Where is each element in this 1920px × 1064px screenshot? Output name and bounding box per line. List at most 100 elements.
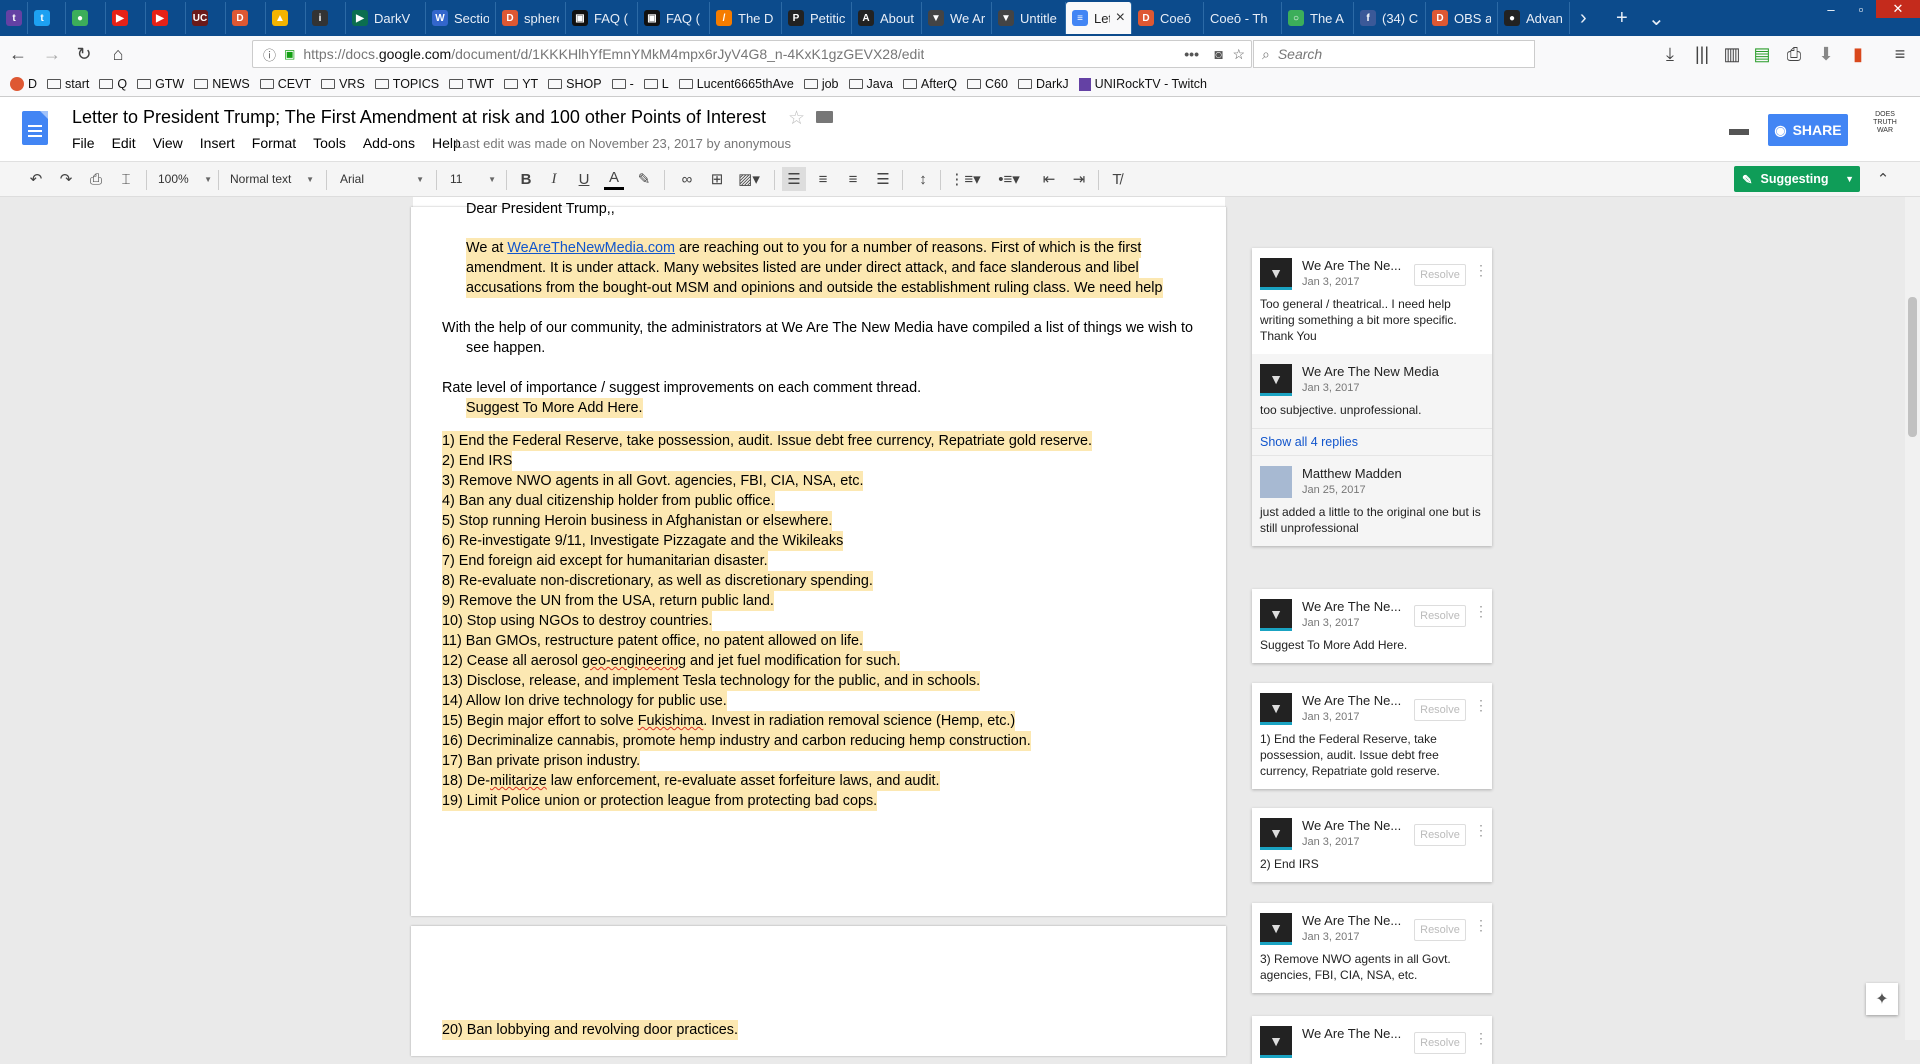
reload-icon[interactable]: ↻ — [72, 42, 96, 66]
editing-mode-button[interactable]: ✎ Suggesting ▼ — [1734, 166, 1860, 192]
comment-thread[interactable]: ▼ We Are The Ne... Jan 3, 2017 Resolve ⋮ Sugg… — [1252, 589, 1492, 663]
decrease-indent-icon[interactable]: ⇤ — [1038, 167, 1060, 191]
more-options-icon[interactable]: ⋮ — [1474, 917, 1488, 934]
browser-tab[interactable]: i — [306, 2, 346, 34]
align-center-icon[interactable]: ≡ — [812, 167, 834, 191]
browser-tab[interactable]: ▼ Untitle — [992, 2, 1066, 34]
menu-edit[interactable]: Edit — [112, 135, 136, 151]
addon-icon[interactable]: ▮ — [1846, 42, 1870, 66]
bookmark-item[interactable]: - — [611, 77, 634, 91]
comment-thread[interactable]: ▼ We Are The Ne... Jan 3, 2017 Resolve ⋮ Too … — [1252, 248, 1492, 546]
increase-indent-icon[interactable]: ⇥ — [1068, 167, 1090, 191]
bookmark-item[interactable]: TWT — [449, 77, 494, 91]
browser-tab[interactable]: W Sectio — [426, 2, 496, 34]
menu-tools[interactable]: Tools — [313, 135, 346, 151]
collapse-menus-icon[interactable]: ⌃ — [1872, 167, 1894, 191]
more-options-icon[interactable]: ⋮ — [1474, 1030, 1488, 1047]
link-icon[interactable]: ∞ — [676, 167, 698, 191]
bookmark-item[interactable]: job — [803, 77, 839, 91]
new-tab-icon[interactable]: + — [1610, 2, 1638, 34]
explore-icon[interactable]: ✦ — [1866, 983, 1898, 1015]
download-helper-icon[interactable]: ⬇ — [1814, 42, 1838, 66]
move-folder-icon[interactable] — [816, 111, 833, 123]
print-doc-icon[interactable]: ⎙ — [86, 167, 106, 191]
insert-comment-icon[interactable]: ⊞ — [706, 167, 728, 191]
star-icon[interactable]: ☆ — [788, 107, 805, 130]
sidebar-icon[interactable]: ▥ — [1720, 42, 1744, 66]
account-logo[interactable]: DOES TRUTH WAR — [1868, 111, 1902, 145]
text-color-icon[interactable]: A — [604, 167, 624, 190]
close-window-icon[interactable]: ✕ — [1876, 0, 1920, 18]
font-size-select[interactable]: 11 ▼ — [450, 168, 496, 190]
paint-format-icon[interactable]: ⌶ — [116, 167, 136, 191]
browser-tab[interactable]: D — [226, 2, 266, 34]
browser-tab[interactable]: ○ The A — [1282, 2, 1354, 34]
browser-tab[interactable]: UC — [186, 2, 226, 34]
bold-icon[interactable]: B — [516, 167, 536, 191]
font-select[interactable]: Arial ▼ — [340, 168, 424, 190]
more-options-icon[interactable]: ⋮ — [1474, 822, 1488, 839]
browser-tab[interactable]: ▲ — [266, 2, 306, 34]
browser-tab[interactable]: ● Advan — [1498, 2, 1570, 34]
undo-icon[interactable]: ↶ — [26, 167, 46, 191]
browser-tab[interactable]: ● — [66, 2, 106, 34]
browser-tab[interactable]: ▼ We Ar — [922, 2, 992, 34]
tab-list-icon[interactable]: ⌄ — [1642, 2, 1670, 34]
bookmark-item[interactable]: Lucent6665thAve — [678, 77, 794, 91]
browser-tab[interactable]: Dsphere — [496, 2, 566, 34]
italic-icon[interactable]: I — [544, 167, 564, 191]
comment-thread[interactable]: ▼ We Are The Ne... Jan 3, 2017 Resolve ⋮ 1) E… — [1252, 683, 1492, 789]
downloads-icon[interactable]: ⤓ — [1658, 42, 1682, 66]
browser-tab[interactable]: f (34) C — [1354, 2, 1426, 34]
browser-tab[interactable]: ▶ — [106, 2, 146, 34]
line-spacing-icon[interactable]: ↕ — [912, 167, 934, 191]
comment-thread[interactable]: ▼ We Are The Ne... Jan 3, 2017 Resolve ⋮ 2) E… — [1252, 808, 1492, 882]
bookmark-item[interactable]: C60 — [967, 77, 1008, 91]
bookmark-item[interactable]: YT — [504, 77, 538, 91]
minimize-icon[interactable]: – — [1816, 0, 1846, 18]
comment-thread[interactable]: ▼ We Are The Ne... Jan 3, 2017 Resolve ⋮ 3) R… — [1252, 903, 1492, 993]
menu-icon[interactable]: ≡ — [1888, 42, 1912, 66]
scrollbar-thumb[interactable] — [1908, 297, 1917, 437]
docs-logo-icon[interactable] — [22, 111, 48, 145]
align-right-icon[interactable]: ≡ — [842, 167, 864, 191]
last-edit-link[interactable]: Last edit was made on November 23, 2017 … — [455, 136, 791, 151]
back-icon[interactable]: ← — [6, 42, 30, 66]
browser-tab[interactable]: t — [0, 2, 28, 34]
forward-icon[interactable]: → — [40, 42, 64, 66]
bookmark-item[interactable]: GTW — [137, 77, 184, 91]
extension-icon[interactable]: ▤ — [1750, 42, 1774, 66]
highlight-icon[interactable]: ✎ — [634, 167, 654, 191]
resolve-button[interactable]: Resolve — [1414, 824, 1466, 846]
bookmark-item[interactable]: start — [47, 77, 89, 91]
bookmark-item[interactable]: Q — [99, 77, 127, 91]
browser-tab[interactable]: ▣ FAQ ( — [566, 2, 638, 34]
search-input[interactable]: ⌕ Search — [1253, 40, 1535, 68]
browser-tab[interactable]: ▶ DarkV — [346, 2, 426, 34]
bookmark-item[interactable]: Java — [848, 77, 893, 91]
browser-tab[interactable]: ≡ Let × — [1066, 2, 1132, 34]
document-page[interactable]: 20) Ban lobbying and revolving door prac… — [411, 926, 1226, 1056]
bookmark-item[interactable]: UNIRockTV - Twitch — [1078, 77, 1207, 91]
comment-thread[interactable]: ▼ We Are The Ne... Resolve ⋮ — [1252, 1016, 1492, 1064]
resolve-button[interactable]: Resolve — [1414, 699, 1466, 721]
pocket-icon[interactable]: ◙ — [1215, 46, 1223, 62]
resolve-button[interactable]: Resolve — [1414, 1032, 1466, 1054]
bookmark-item[interactable]: TOPICS — [374, 77, 439, 91]
browser-tab[interactable]: D Coeō — [1132, 2, 1204, 34]
comments-icon[interactable]: ▬ — [1726, 116, 1752, 142]
browser-tab[interactable]: D OBS a — [1426, 2, 1498, 34]
bookmark-item[interactable]: SHOP — [548, 77, 602, 91]
maximize-icon[interactable]: ▫ — [1846, 0, 1876, 18]
resolve-button[interactable]: Resolve — [1414, 264, 1466, 286]
browser-tab[interactable]: t — [28, 2, 66, 34]
align-left-icon[interactable]: ☰ — [782, 167, 806, 191]
bookmark-item[interactable]: VRS — [321, 77, 365, 91]
url-bar[interactable]: ⓘ ▣ https://docs.google.com/document/d/1… — [252, 40, 1252, 68]
underline-icon[interactable]: U — [574, 167, 594, 191]
document-page[interactable]: Dear President Trump,, We at WeAreTheNew… — [411, 201, 1226, 916]
menu-format[interactable]: Format — [252, 135, 296, 151]
more-options-icon[interactable]: ⋮ — [1474, 262, 1488, 279]
close-tab-icon[interactable]: × — [1116, 9, 1125, 27]
style-select[interactable]: Normal text ▼ — [230, 168, 314, 190]
